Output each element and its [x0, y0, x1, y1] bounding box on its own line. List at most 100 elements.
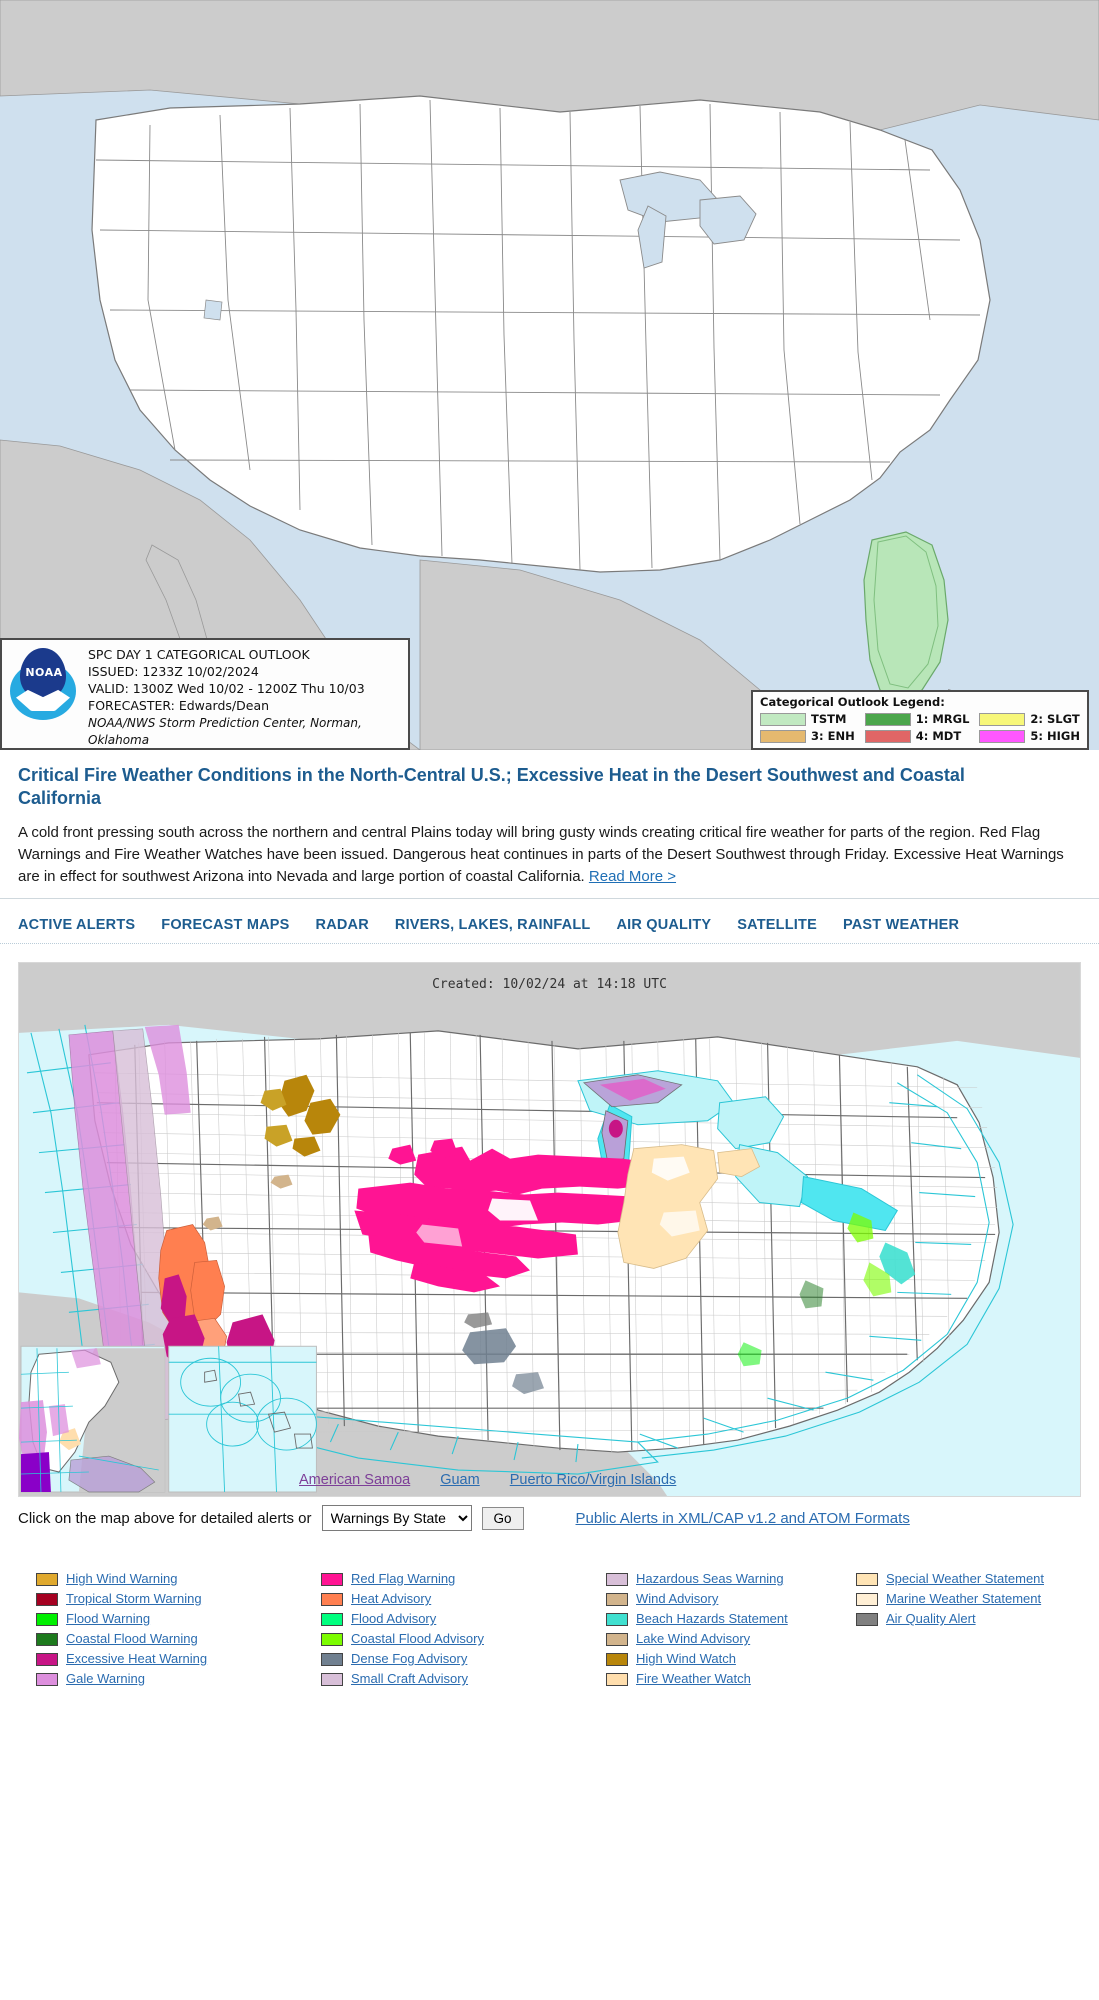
legend-color-swatch [606, 1633, 628, 1646]
outlook-legend-label: 4: MDT [915, 729, 962, 743]
read-more-link[interactable]: Read More > [589, 868, 676, 885]
legend-color-swatch [606, 1573, 628, 1586]
legend-entry: Hazardous Seas Warning [606, 1571, 856, 1587]
legend-color-swatch [36, 1673, 58, 1686]
spc-forecaster: FORECASTER: Edwards/Dean [88, 698, 270, 713]
outlook-legend-label: 3: ENH [811, 729, 855, 743]
spc-info-box: NOAA SPC DAY 1 CATEGORICAL OUTLOOK ISSUE… [0, 638, 410, 750]
spc-outlook-map[interactable]: NOAA SPC DAY 1 CATEGORICAL OUTLOOK ISSUE… [0, 0, 1099, 750]
legend-entry: Red Flag Warning [321, 1571, 606, 1587]
alerts-controls-prompt: Click on the map above for detailed aler… [18, 1509, 312, 1527]
warnings-by-state-select[interactable]: Warnings By State [321, 1505, 472, 1531]
legend-entry: Lake Wind Advisory [606, 1631, 856, 1647]
legend-link-flood-warning[interactable]: Flood Warning [66, 1611, 150, 1627]
nav-tab-air-quality[interactable]: AIR QUALITY [616, 917, 711, 933]
territory-links[interactable]: American Samoa Guam Puerto Rico/Virgin Isl… [299, 1472, 676, 1488]
territory-link-guam[interactable]: Guam [440, 1472, 480, 1488]
xml-cap-atom-link[interactable]: Public Alerts in XML/CAP v1.2 and ATOM F… [576, 1510, 910, 1527]
legend-entry: Flood Warning [36, 1611, 321, 1627]
legend-column-3: Hazardous Seas Warning Wind Advisory Beach… [606, 1571, 856, 1687]
alerts-map-section: Created: 10/02/24 at 14:18 UTC American … [0, 944, 1099, 1497]
legend-color-swatch [856, 1593, 878, 1606]
legend-entry: Excessive Heat Warning [36, 1651, 321, 1667]
legend-link-dense-fog-advisory[interactable]: Dense Fog Advisory [351, 1651, 467, 1667]
headline-section: Critical Fire Weather Conditions in the … [0, 750, 1099, 899]
legend-color-swatch [321, 1593, 343, 1606]
legend-color-swatch [606, 1613, 628, 1626]
legend-entry: High Wind Warning [36, 1571, 321, 1587]
legend-column-2: Red Flag Warning Heat Advisory Flood Advis… [321, 1571, 606, 1687]
active-alerts-map[interactable]: Created: 10/02/24 at 14:18 UTC American … [18, 962, 1081, 1497]
legend-link-red-flag-warning[interactable]: Red Flag Warning [351, 1571, 455, 1587]
legend-entry: Fire Weather Watch [606, 1671, 856, 1687]
nav-tab-past-weather[interactable]: PAST WEATHER [843, 917, 959, 933]
main-nav-tabs[interactable]: ACTIVE ALERTS FORECAST MAPS RADAR RIVERS, L… [0, 899, 1099, 944]
outlook-legend-swatch [760, 729, 807, 743]
legend-link-hazardous-seas-warning[interactable]: Hazardous Seas Warning [636, 1571, 784, 1587]
legend-link-beach-hazards-statement[interactable]: Beach Hazards Statement [636, 1611, 788, 1627]
legend-link-coastal-flood-warning[interactable]: Coastal Flood Warning [66, 1631, 198, 1647]
legend-color-swatch [36, 1573, 58, 1586]
legend-color-swatch [321, 1573, 343, 1586]
outlook-legend-swatch [979, 712, 1026, 726]
legend-link-small-craft-advisory[interactable]: Small Craft Advisory [351, 1671, 468, 1687]
hawaii-inset [168, 1345, 317, 1493]
legend-title: Categorical Outlook Legend: [760, 695, 945, 709]
headline-title: Critical Fire Weather Conditions in the … [18, 765, 965, 808]
nav-tab-satellite[interactable]: SATELLITE [737, 917, 817, 933]
nav-tab-radar[interactable]: RADAR [316, 917, 369, 933]
outlook-legend-item: 4: MDT [864, 729, 970, 743]
legend-link-marine-weather-statement[interactable]: Marine Weather Statement [886, 1591, 1041, 1607]
map-created-timestamp: Created: 10/02/24 at 14:18 UTC [432, 977, 667, 992]
legend-color-swatch [606, 1673, 628, 1686]
spc-credit: NOAA/NWS Storm Prediction Center, Norman… [88, 716, 362, 747]
outlook-legend-label: 5: HIGH [1030, 729, 1080, 743]
nav-tab-forecast-maps[interactable]: FORECAST MAPS [161, 917, 289, 933]
outlook-legend-swatch [864, 729, 911, 743]
noaa-logo-icon: NOAA [8, 648, 80, 720]
legend-color-swatch [321, 1653, 343, 1666]
legend-color-swatch [606, 1593, 628, 1606]
outlook-legend-swatch [864, 712, 911, 726]
outlook-legend-item: 3: ENH [760, 729, 855, 743]
legend-entry: Air Quality Alert [856, 1611, 1096, 1627]
legend-entry: Coastal Flood Advisory [321, 1631, 606, 1647]
categorical-outlook-legend: Categorical Outlook Legend: TSTM 1: MRGL 2… [751, 690, 1089, 750]
legend-link-high-wind-watch[interactable]: High Wind Watch [636, 1651, 736, 1667]
legend-entry: Coastal Flood Warning [36, 1631, 321, 1647]
legend-color-swatch [606, 1653, 628, 1666]
legend-link-excessive-heat-warning[interactable]: Excessive Heat Warning [66, 1651, 207, 1667]
outlook-legend-label: 2: SLGT [1030, 712, 1080, 726]
legend-link-air-quality-alert[interactable]: Air Quality Alert [886, 1611, 976, 1627]
alerts-map-graphic [19, 963, 1080, 1496]
outlook-legend-item: 5: HIGH [979, 729, 1080, 743]
nav-tab-active-alerts[interactable]: ACTIVE ALERTS [18, 917, 135, 933]
nav-tab-rivers-lakes-rainfall[interactable]: RIVERS, LAKES, RAINFALL [395, 917, 591, 933]
legend-column-1: High Wind Warning Tropical Storm Warning F… [36, 1571, 321, 1687]
legend-link-high-wind-warning[interactable]: High Wind Warning [66, 1571, 178, 1587]
noaa-logo-text: NOAA [25, 666, 63, 679]
legend-entry: Small Craft Advisory [321, 1671, 606, 1687]
legend-color-swatch [36, 1613, 58, 1626]
legend-link-fire-weather-watch[interactable]: Fire Weather Watch [636, 1671, 751, 1687]
legend-link-lake-wind-advisory[interactable]: Lake Wind Advisory [636, 1631, 750, 1647]
spc-valid: VALID: 1300Z Wed 10/02 - 1200Z Thu 10/03 [88, 681, 365, 696]
territory-link-american-samoa[interactable]: American Samoa [299, 1472, 410, 1488]
legend-link-gale-warning[interactable]: Gale Warning [66, 1671, 145, 1687]
legend-color-swatch [856, 1573, 878, 1586]
outlook-legend-swatch [760, 712, 807, 726]
go-button[interactable]: Go [481, 1506, 524, 1530]
outlook-legend-swatch [979, 729, 1026, 743]
legend-color-swatch [36, 1633, 58, 1646]
spc-issued: ISSUED: 1233Z 10/02/2024 [88, 664, 259, 679]
legend-link-coastal-flood-advisory[interactable]: Coastal Flood Advisory [351, 1631, 484, 1647]
territory-link-puerto-rico-virgin-islands[interactable]: Puerto Rico/Virgin Islands [510, 1472, 677, 1488]
headline-body: A cold front pressing south across the n… [18, 822, 1078, 888]
legend-link-wind-advisory[interactable]: Wind Advisory [636, 1591, 718, 1607]
legend-link-flood-advisory[interactable]: Flood Advisory [351, 1611, 436, 1627]
legend-link-special-weather-statement[interactable]: Special Weather Statement [886, 1571, 1044, 1587]
legend-link-tropical-storm-warning[interactable]: Tropical Storm Warning [66, 1591, 202, 1607]
legend-color-swatch [856, 1613, 878, 1626]
legend-link-heat-advisory[interactable]: Heat Advisory [351, 1591, 431, 1607]
legend-entry: Heat Advisory [321, 1591, 606, 1607]
